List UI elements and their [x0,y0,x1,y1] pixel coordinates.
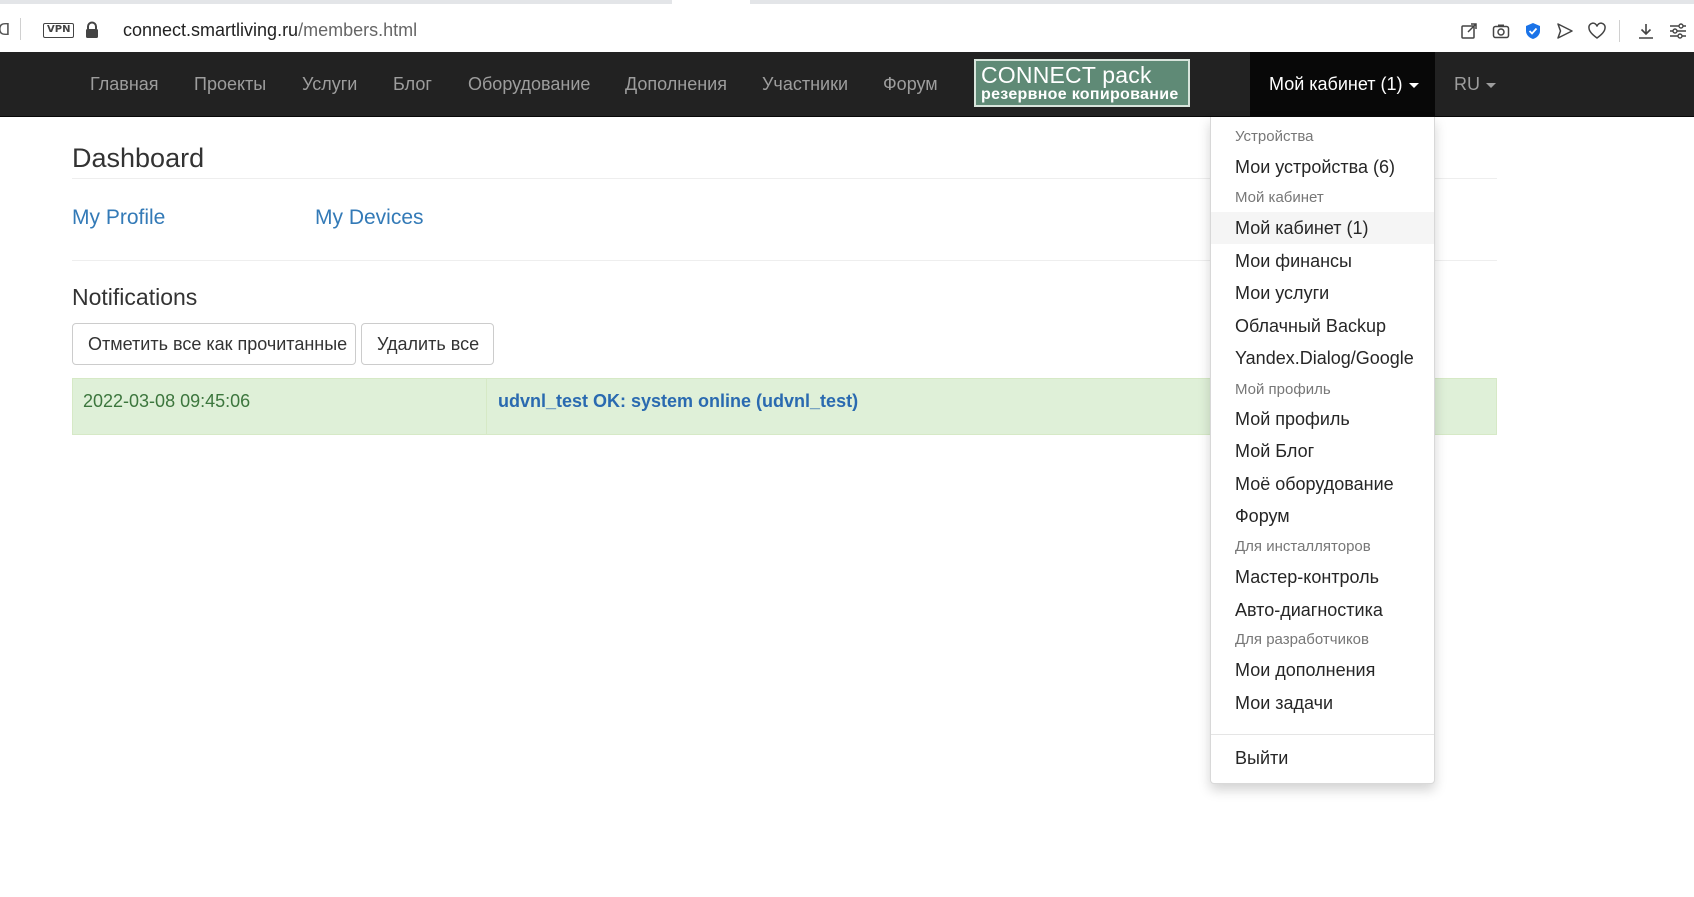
account-menu-label: Мой кабинет (1) [1269,74,1403,94]
language-toggle[interactable]: RU [1454,52,1496,116]
sidebar-toggle-icon[interactable]: ᗡ [0,20,10,39]
vpn-badge[interactable]: VPN [43,23,75,38]
lock-icon[interactable] [84,21,100,39]
menu-item-forum[interactable]: Форум [1211,500,1434,532]
shield-check-icon[interactable] [1517,20,1549,42]
download-icon[interactable] [1630,20,1662,42]
notifications-title: Notifications [72,284,198,310]
page-title: Dashboard [72,143,205,173]
settings-menu-icon[interactable] [1662,20,1694,42]
dropdown-header-installers: Для инсталляторов [1235,538,1371,555]
dropdown-header-devices: Устройства [1235,128,1314,145]
toolbar-divider [1619,20,1620,42]
my-devices-link[interactable]: My Devices [315,206,424,230]
menu-item-cloud-backup[interactable]: Облачный Backup [1211,310,1434,342]
nav-forum[interactable]: Форум [883,52,938,116]
menu-item-master-control[interactable]: Мастер-контроль [1211,561,1434,593]
share-icon[interactable] [1453,20,1485,42]
url-path: /members.html [298,20,418,40]
menu-item-my-blog[interactable]: Мой Блог [1211,435,1434,467]
menu-item-my-cabinet[interactable]: Мой кабинет (1) [1211,212,1434,244]
notification-date: 2022-03-08 09:45:06 [83,391,251,411]
menu-item-my-equipment[interactable]: Моё оборудование [1211,468,1434,500]
url-host: connect.smartliving.ru [123,20,299,40]
caret-down-icon [1408,82,1419,88]
nav-members[interactable]: Участники [762,52,848,116]
menu-item-my-devices[interactable]: Мои устройства (6) [1211,151,1434,183]
menu-item-my-addons[interactable]: Мои дополнения [1211,654,1434,686]
my-profile-link[interactable]: My Profile [72,206,165,230]
caret-down-icon [1486,82,1496,88]
nav-addons[interactable]: Дополнения [625,52,727,116]
nav-home[interactable]: Главная [90,52,159,116]
nav-blog[interactable]: Блог [393,52,432,116]
browser-toolbar: ᗡ VPN connect.smartliving.ru/members.htm… [0,0,1694,52]
nav-projects[interactable]: Проекты [194,52,266,116]
menu-item-my-tasks[interactable]: Мои задачи [1211,687,1434,719]
dropdown-divider [1211,734,1434,735]
send-icon[interactable] [1549,20,1581,42]
cell-divider [486,379,487,434]
site-navbar: Главная Проекты Услуги Блог Оборудование… [0,52,1694,117]
banner-title: CONNECT pack [981,62,1152,88]
delete-all-button[interactable]: Удалить все [361,323,494,365]
nav-services[interactable]: Услуги [302,52,357,116]
nav-equipment[interactable]: Оборудование [468,52,590,116]
dropdown-header-developers: Для разработчиков [1235,631,1369,648]
dropdown-header-profile: Мой профиль [1235,381,1331,398]
mark-all-read-button[interactable]: Отметить все как прочитанные [72,323,356,365]
active-tab-indicator [672,0,750,4]
menu-item-my-finances[interactable]: Мои финансы [1211,245,1434,277]
account-dropdown-menu: Устройства Мои устройства (6) Мой кабине… [1210,117,1435,784]
heart-icon[interactable] [1581,20,1613,42]
dropdown-header-cabinet: Мой кабинет [1235,189,1324,206]
menu-item-auto-diagnostics[interactable]: Авто-диагностика [1211,594,1434,626]
camera-icon[interactable] [1485,20,1517,42]
language-label: RU [1454,74,1480,94]
menu-item-yandex-google[interactable]: Yandex.Dialog/Google [1211,342,1434,374]
address-bar[interactable]: connect.smartliving.ru/members.html [123,20,417,41]
menu-item-logout[interactable]: Выйти [1211,742,1434,774]
menu-item-my-services[interactable]: Мои услуги [1211,277,1434,309]
connect-pack-banner[interactable]: CONNECT pack резервное копирование [974,59,1190,107]
toolbar-divider [20,18,21,40]
menu-item-my-profile[interactable]: Мой профиль [1211,403,1434,435]
account-menu-toggle[interactable]: Мой кабинет (1) [1250,52,1435,116]
toolbar-icons [1453,20,1694,42]
banner-subtitle: резервное копирование [981,86,1179,103]
notification-message-link[interactable]: udvnl_test OK: system online (udvnl_test… [498,391,858,412]
